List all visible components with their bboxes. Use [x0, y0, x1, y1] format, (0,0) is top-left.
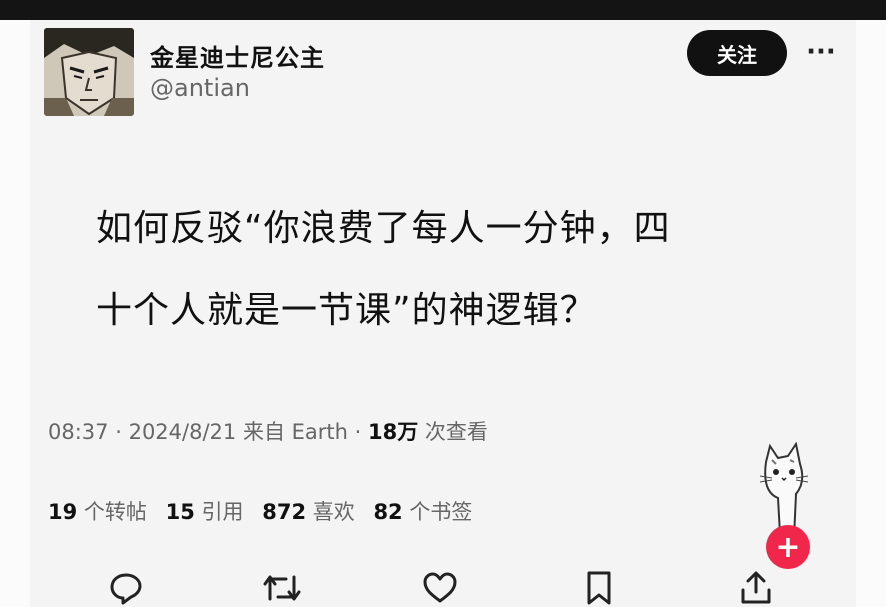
bookmark-icon[interactable]	[579, 568, 619, 607]
post-date[interactable]: 2024/8/21	[129, 420, 237, 444]
top-bar	[0, 0, 886, 20]
like-icon[interactable]	[420, 568, 460, 607]
follow-button[interactable]: 关注	[687, 30, 787, 76]
reposts-label: 个转帖	[83, 500, 147, 524]
post-source: 来自 Earth	[242, 420, 348, 444]
quotes-count: 15	[165, 500, 195, 524]
reposts-stat[interactable]: 19 个转帖	[48, 500, 147, 524]
reply-icon[interactable]	[106, 568, 146, 607]
action-bar	[30, 568, 856, 607]
right-margin	[856, 20, 886, 607]
post-line-2: 十个人就是一节课”的神逻辑？	[96, 290, 597, 331]
share-icon[interactable]	[736, 568, 776, 607]
plus-button[interactable]: +	[766, 525, 810, 569]
avatar[interactable]	[44, 28, 134, 116]
views-count: 18万	[368, 420, 419, 444]
bookmarks-label: 个书签	[409, 500, 473, 524]
likes-stat[interactable]: 872 喜欢	[262, 500, 355, 524]
display-name[interactable]: 金星迪士尼公主	[150, 38, 325, 73]
post-card: 金星迪士尼公主 @antian 关注 ··· 如何反驳“你浪费了每人一分钟，四 …	[30, 20, 856, 607]
bookmarks-count: 82	[373, 500, 403, 524]
post-stats: 19 个转帖 15 引用 872 喜欢 82 个书签	[48, 496, 484, 526]
separator: ·	[354, 420, 368, 444]
post-text: 如何反驳“你浪费了每人一分钟，四 十个人就是一节课”的神逻辑？	[96, 188, 816, 352]
likes-label: 喜欢	[312, 500, 355, 524]
likes-count: 872	[262, 500, 307, 524]
handle[interactable]: @antian	[150, 74, 250, 102]
more-icon[interactable]: ···	[803, 36, 839, 68]
post-line-1: 如何反驳“你浪费了每人一分钟，四	[96, 208, 671, 249]
quotes-stat[interactable]: 15 引用	[166, 500, 244, 524]
post-time[interactable]: 08:37	[48, 420, 109, 444]
reposts-count: 19	[48, 500, 78, 524]
quotes-label: 引用	[201, 500, 244, 524]
views-label: 次查看	[424, 420, 488, 444]
bookmarks-stat[interactable]: 82 个书签	[373, 500, 472, 524]
separator: ·	[115, 420, 129, 444]
post-meta: 08:37 · 2024/8/21 来自 Earth · 18万 次查看	[48, 416, 488, 446]
retweet-icon[interactable]	[262, 568, 302, 607]
left-margin	[0, 20, 30, 607]
